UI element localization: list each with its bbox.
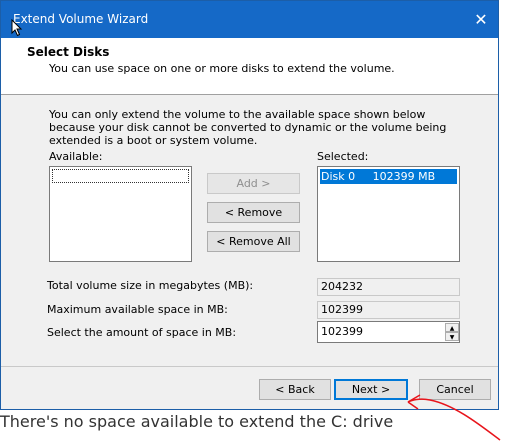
focus-rectangle <box>52 169 189 183</box>
close-icon[interactable]: ✕ <box>464 1 498 38</box>
extend-volume-wizard-window: Extend Volume Wizard ✕ Select Disks You … <box>0 0 499 410</box>
spin-down-icon[interactable]: ▼ <box>445 332 459 341</box>
add-button[interactable]: Add > <box>207 173 300 194</box>
amount-value: 102399 <box>321 325 363 338</box>
spin-up-icon[interactable]: ▲ <box>445 323 459 332</box>
wizard-header: Select Disks You can use space on one or… <box>1 38 498 95</box>
cancel-button[interactable]: Cancel <box>419 379 491 400</box>
selected-label: Selected: <box>317 150 369 163</box>
total-size-label: Total volume size in megabytes (MB): <box>47 279 254 292</box>
back-button[interactable]: < Back <box>259 379 331 400</box>
selected-listbox[interactable]: Disk 0 102399 MB <box>317 166 460 262</box>
caption-text: There's no space available to extend the… <box>0 412 394 431</box>
header-subtitle: You can use space on one or more disks t… <box>49 62 395 75</box>
next-button[interactable]: Next > <box>334 379 408 400</box>
total-size-field: 204232 <box>317 278 460 296</box>
max-space-label: Maximum available space in MB: <box>47 303 228 316</box>
max-space-field: 102399 <box>317 301 460 319</box>
title-bar: Extend Volume Wizard ✕ <box>1 1 498 38</box>
remove-button[interactable]: < Remove <box>207 202 300 223</box>
remove-all-button[interactable]: < Remove All <box>207 231 300 252</box>
window-title: Extend Volume Wizard <box>13 12 149 26</box>
amount-label: Select the amount of space in MB: <box>47 326 237 339</box>
amount-spinbox[interactable]: 102399 <box>317 321 460 343</box>
available-listbox[interactable] <box>49 166 192 262</box>
available-label: Available: <box>49 150 103 163</box>
list-item[interactable]: Disk 0 102399 MB <box>320 169 457 184</box>
header-title: Select Disks <box>27 45 110 59</box>
mouse-cursor-icon <box>11 19 23 37</box>
description-text: You can only extend the volume to the av… <box>49 108 447 147</box>
footer-divider <box>1 366 498 367</box>
